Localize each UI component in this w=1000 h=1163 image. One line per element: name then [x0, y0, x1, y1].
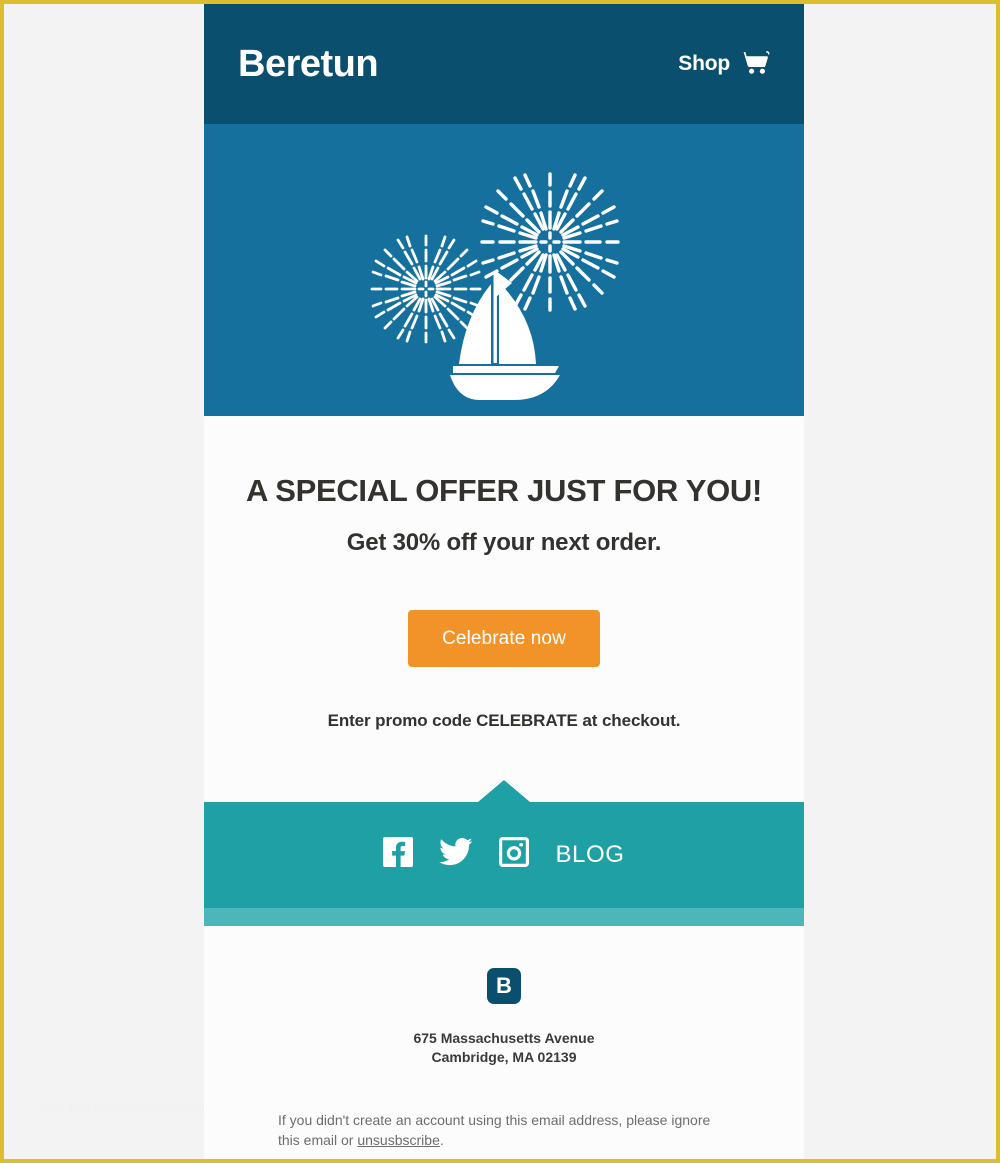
blog-link[interactable]: BLOG	[555, 842, 624, 867]
footer-logo-badge: B	[487, 967, 521, 1004]
shop-link[interactable]: Shop	[678, 49, 770, 80]
promo-code-text: Enter promo code CELEBRATE at checkout.	[327, 710, 681, 730]
hero-banner	[204, 124, 804, 416]
social-bar-notch	[478, 779, 530, 802]
social-section: BLOG	[204, 779, 804, 926]
disclaimer-text: If you didn't create an account using th…	[278, 1110, 730, 1151]
twitter-icon[interactable]	[439, 837, 473, 872]
facebook-icon[interactable]	[383, 837, 414, 872]
page-title: A SPECIAL OFFER JUST FOR YOU!	[245, 473, 763, 508]
cta-container: Celebrate now	[244, 609, 764, 667]
company-address: 675 Massachusetts Avenue Cambridge, MA 0…	[244, 1029, 764, 1067]
sailboat-with-fireworks-illustration	[370, 172, 620, 400]
email-footer: B 675 Massachusetts Avenue Cambridge, MA…	[204, 925, 804, 1151]
email-header: Beretun Shop	[204, 4, 804, 124]
disclaimer-before-text: If you didn't create an account using th…	[278, 1111, 711, 1149]
page-frame: www.beretun.generalfreetemplates.com Ber…	[0, 0, 1000, 1163]
shop-label: Shop	[678, 52, 730, 75]
social-bar-bottom-strip	[204, 907, 804, 926]
unsubscribe-link[interactable]: unsusbscribe	[357, 1132, 440, 1148]
social-links-bar: BLOG	[204, 801, 804, 908]
address-line-2: Cambridge, MA 02139	[431, 1048, 577, 1065]
instagram-icon[interactable]	[499, 837, 530, 872]
disclaimer-after-text: .	[439, 1132, 444, 1149]
email-body: A SPECIAL OFFER JUST FOR YOU! Get 30% of…	[204, 416, 804, 780]
shopping-cart-icon	[740, 49, 770, 80]
offer-subheadline: Get 30% off your next order.	[346, 528, 662, 556]
celebrate-now-button[interactable]: Celebrate now	[408, 609, 600, 667]
email-container: Beretun Shop A SPECIAL OFFER JUST FOR YO…	[204, 4, 804, 1159]
address-line-1: 675 Massachusetts Avenue	[413, 1029, 595, 1046]
brand-logo-text: Beretun	[238, 43, 379, 85]
